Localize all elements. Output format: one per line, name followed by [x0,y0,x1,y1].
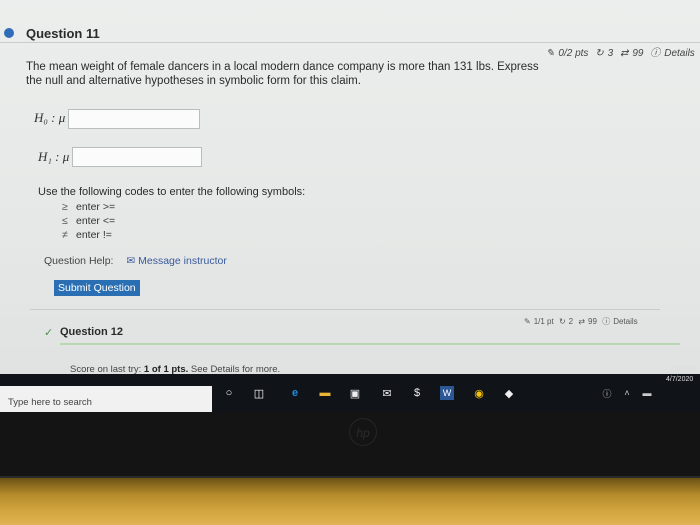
clock-date[interactable]: 4/7/2020 [666,376,693,383]
points-text: 1/1 pt [533,317,554,326]
code-line-neq: ≠ enter != [62,229,112,241]
attempts-icon: ⇄ [578,317,586,326]
attempts-icon: ⇄ [619,48,629,59]
code-line-lte: ≤ enter <= [62,215,115,227]
code-text: enter != [76,229,112,241]
points-text: 0/2 pts [558,48,589,59]
laptop-bezel [0,412,700,482]
question12-points-row: ✎ 1/1 pt ↻ 2 ⇄ 99 ⓘ Details [524,316,641,327]
cortana-icon[interactable]: ○ [222,386,236,400]
question-status-dot [4,28,14,38]
attempts-text: 99 [632,48,644,59]
chrome-icon[interactable]: ◉ [472,386,486,400]
clock-time[interactable]: 3:32 PM [670,366,696,373]
retry-icon: ↻ [558,317,566,326]
help-icon[interactable]: ⓘ [600,386,614,400]
battery-icon: ▬ [642,388,652,398]
code-text: enter >= [76,201,116,213]
question-header: Question 11 [0,8,700,43]
info-icon[interactable]: ⓘ [602,317,610,326]
question-help-label: Question Help: [44,255,114,267]
question-title: Question 11 [26,26,100,41]
store-icon[interactable]: ▣ [348,386,362,400]
h0-input[interactable] [68,109,200,129]
code-text: enter <= [76,215,116,227]
chevron-up-icon[interactable]: ˄ [620,386,634,400]
desk-surface [0,478,700,525]
hp-logo-icon: hp [349,418,377,446]
question-text: The mean weight of female dancers in a l… [26,61,539,87]
message-instructor-text[interactable]: Message instructor [138,255,227,267]
browser-screen: Question 11 ✎ 0/2 pts ↻ 3 ⇄ 99 ⓘ Details The… [0,0,700,383]
retries-text: 2 [568,317,574,326]
code-line-gte: ≥ enter >= [62,201,115,213]
taskbar-search-box[interactable]: Type here to search [0,386,212,414]
edit-icon: ✎ [546,48,555,59]
lte-symbol: ≤ [62,215,68,227]
details-link[interactable]: Details [613,317,637,326]
mail-icon[interactable]: ✉ [380,386,394,400]
question-points-row: ✎ 0/2 pts ↻ 3 ⇄ 99 ⓘ Details [546,44,699,59]
h0-label: H₀ : μ [34,110,66,125]
question12-title[interactable]: Question 12 [60,326,123,338]
mail-icon: ✉ [126,255,136,267]
h1-label: H₁ : μ [38,149,70,164]
question-divider [30,309,660,310]
info-icon[interactable]: ⓘ [650,48,660,59]
question12-progress-bar [60,343,680,345]
dollar-icon[interactable]: $ [410,386,424,400]
app-icon[interactable]: ◆ [502,386,516,400]
codes-intro: Use the following codes to enter the fol… [38,186,306,198]
attempts-text: 99 [588,317,597,326]
question-help-row: Question Help: ✉ Message instructor [44,255,227,267]
details-link[interactable]: Details [664,48,695,59]
submit-question-button[interactable]: Submit Question [54,280,140,296]
h1-input[interactable] [72,147,202,167]
checkmark-icon: ✓ [44,327,54,339]
retry-icon: ↻ [595,48,604,59]
message-instructor-link[interactable]: ✉ Message instructor [126,255,226,267]
task-view-icon[interactable]: ◫ [252,386,266,400]
gte-symbol: ≥ [62,201,68,213]
word-icon[interactable]: W [440,386,454,400]
edge-icon[interactable]: e [288,386,302,400]
edit-icon: ✎ [524,317,531,326]
file-explorer-icon[interactable]: ▬ [318,386,332,400]
retries-text: 3 [607,48,614,59]
neq-symbol: ≠ [62,229,68,241]
